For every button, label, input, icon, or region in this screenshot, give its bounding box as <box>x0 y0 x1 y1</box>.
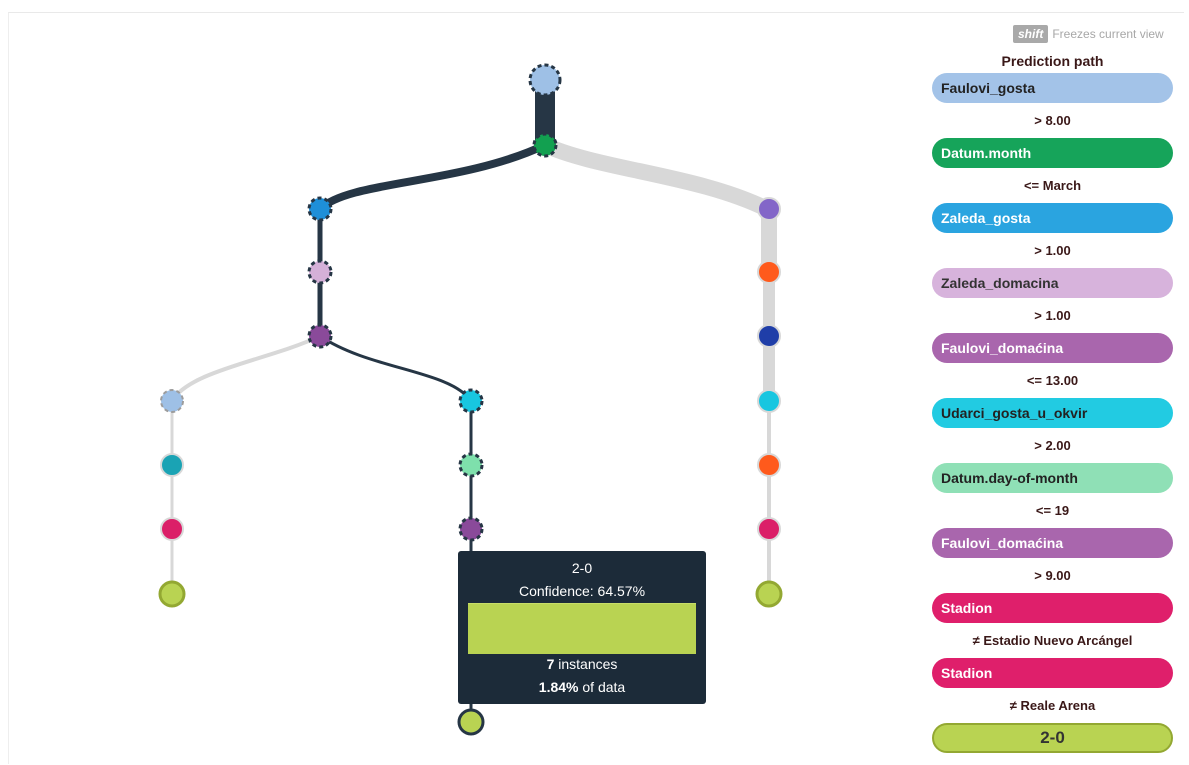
tooltip-percent: 1.84% of data <box>458 679 706 695</box>
edge-left-branch-gray <box>170 334 321 403</box>
path-step-pill: Faulovi_domaćina <box>932 528 1173 558</box>
path-step-condition: ≠ Reale Arena <box>1009 698 1096 713</box>
node-faulovi-domacina <box>307 323 333 349</box>
node-datum-month <box>532 132 558 158</box>
shift-key-badge: shift <box>1013 25 1049 43</box>
path-step-pill: Faulovi_gosta <box>932 73 1173 103</box>
tooltip-instances: 7 instances <box>458 656 706 672</box>
node-far-left-2 <box>160 453 184 477</box>
node-leaf-2-0 <box>457 708 485 736</box>
edge-month-left <box>317 141 547 213</box>
path-step-condition: > 1.00 <box>1034 308 1071 323</box>
instances-suffix: instances <box>554 656 618 672</box>
path-step-pill: Datum.day-of-month <box>932 463 1173 493</box>
path-step-condition: > 1.00 <box>1034 243 1071 258</box>
node-zaleda-domacina <box>307 259 333 285</box>
node-far-left-1 <box>160 389 184 413</box>
path-step-pill: Zaleda_domacina <box>932 268 1173 298</box>
node-right-5 <box>757 453 781 477</box>
path-step-condition: <= 19 <box>1035 503 1070 518</box>
node-udarci-gosta <box>458 388 484 414</box>
node-tooltip: 2-0 Confidence: 64.57% 7 instances 1.84%… <box>458 551 706 704</box>
node-right-1 <box>757 197 781 221</box>
node-right-3 <box>757 324 781 348</box>
tooltip-confidence: Confidence: 64.57% <box>518 583 646 599</box>
node-right-4 <box>757 389 781 413</box>
prediction-path-steps: Faulovi_gosta > 8.00 Datum.month <= March Za… <box>932 73 1173 723</box>
path-step-pill: Udarci_gosta_u_okvir <box>932 398 1173 428</box>
path-step-condition: > 2.00 <box>1034 438 1071 453</box>
shift-hint: shift Freezes current view <box>1013 24 1164 44</box>
node-faulovi-gosta <box>528 63 562 97</box>
path-step-condition: > 9.00 <box>1034 568 1071 583</box>
prediction-path-title: Prediction path <box>1001 53 1104 69</box>
node-zaleda-gosta <box>307 196 333 222</box>
percent-value: 1.84% <box>538 679 579 695</box>
path-step-pill: Stadion <box>932 593 1173 623</box>
prediction-path-panel: Prediction path Faulovi_gosta > 8.00 Datum… <box>932 50 1173 753</box>
node-far-left-3 <box>160 517 184 541</box>
path-step-condition: <= March <box>1023 178 1082 193</box>
path-step-condition: ≠ Estadio Nuevo Arcángel <box>972 633 1133 648</box>
path-step-pill: Faulovi_domaćina <box>932 333 1173 363</box>
edge-left-branch-dark <box>319 334 473 402</box>
node-right-6 <box>757 517 781 541</box>
node-far-left-leaf <box>158 580 186 608</box>
node-right-leaf <box>755 580 783 608</box>
node-right-2 <box>757 260 781 284</box>
tooltip-class: 2-0 <box>571 560 593 576</box>
shift-hint-text: Freezes current view <box>1052 27 1164 41</box>
tooltip-confidence-bar <box>468 603 696 654</box>
path-step-pill: Zaleda_gosta <box>932 203 1173 233</box>
edge-month-right <box>541 137 777 270</box>
node-faulovi-domacina-2 <box>458 516 484 542</box>
node-datum-day <box>458 452 484 478</box>
path-step-condition: > 8.00 <box>1034 113 1071 128</box>
prediction-result: 2-0 <box>932 723 1173 753</box>
path-step-condition: <= 13.00 <box>1026 373 1079 388</box>
path-step-pill: Stadion <box>932 658 1173 688</box>
percent-suffix: of data <box>578 679 626 695</box>
path-step-pill: Datum.month <box>932 138 1173 168</box>
confidence-bar-fill <box>468 603 696 654</box>
